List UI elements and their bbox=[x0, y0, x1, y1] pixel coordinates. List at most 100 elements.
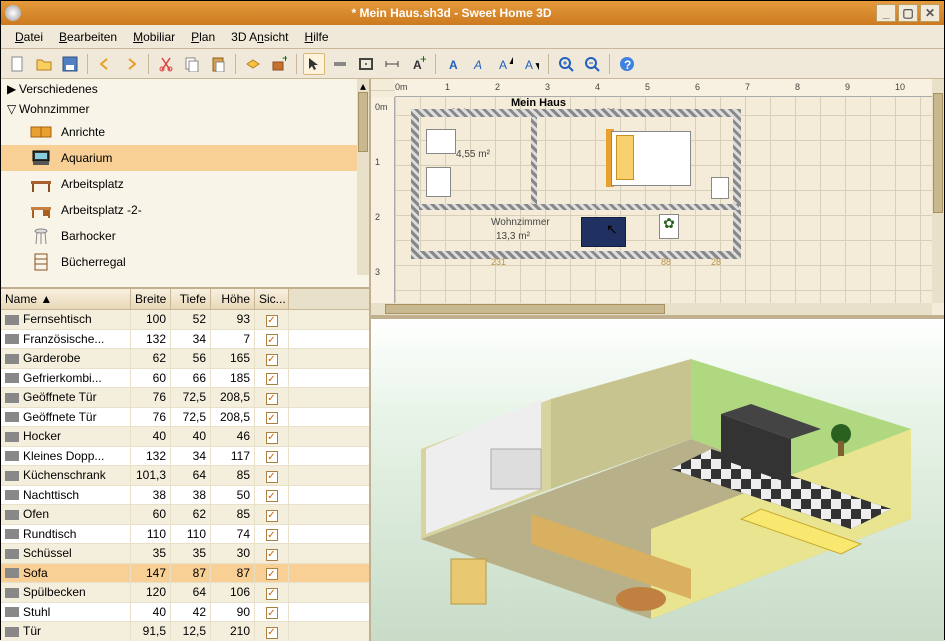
inner-wall-1[interactable] bbox=[531, 117, 537, 207]
app-icon bbox=[5, 5, 21, 21]
menu-hilfe[interactable]: Hilfe bbox=[299, 28, 335, 46]
furniture-list-header: Name ▲ Breite Tiefe Höhe Sic... bbox=[1, 289, 369, 310]
view-3d[interactable] bbox=[371, 319, 944, 641]
desk-icon bbox=[29, 174, 53, 194]
furniture-row[interactable]: Spülbecken12064106✓ bbox=[1, 583, 369, 603]
category-verschiedenes[interactable]: ▶Verschiedenes bbox=[1, 79, 369, 99]
window-titlebar: * Mein Haus.sh3d - Sweet Home 3D _ ▢ ✕ bbox=[1, 1, 944, 25]
catalog-item-stool[interactable]: Barhocker bbox=[1, 223, 369, 249]
save-file-button[interactable] bbox=[59, 53, 81, 75]
catalog-scrollbar[interactable]: ▴ bbox=[357, 79, 369, 275]
menu-plan[interactable]: Plan bbox=[185, 28, 221, 46]
furniture-row[interactable]: Französische...132347✓ bbox=[1, 330, 369, 350]
main-toolbar: + A+ A A A▲ A▼ ? bbox=[1, 49, 944, 79]
create-dimension-button[interactable] bbox=[381, 53, 403, 75]
redo-button[interactable] bbox=[120, 53, 142, 75]
furniture-row[interactable]: Ofen606285✓ bbox=[1, 505, 369, 525]
text-bold-button[interactable]: A bbox=[442, 53, 464, 75]
help-button[interactable]: ? bbox=[616, 53, 638, 75]
plan-scrollbar-v[interactable] bbox=[932, 79, 944, 303]
furniture-row[interactable]: Schüssel353530✓ bbox=[1, 544, 369, 564]
stool-icon bbox=[29, 226, 53, 246]
col-sichtbar[interactable]: Sic... bbox=[255, 289, 289, 309]
furniture-row[interactable]: Geöffnete Tür7672,5208,5✓ bbox=[1, 388, 369, 408]
undo-button[interactable] bbox=[94, 53, 116, 75]
maximize-button[interactable]: ▢ bbox=[898, 4, 918, 22]
text-increase-button[interactable]: A▲ bbox=[494, 53, 516, 75]
menu-bar: Datei Bearbeiten Mobiliar Plan 3D Ansich… bbox=[1, 25, 944, 49]
floorplan[interactable]: Mein Haus 224 332 200 4,55 m² Wohnzimmer… bbox=[411, 109, 861, 299]
ruler-vertical: 0m123 bbox=[371, 97, 395, 303]
create-wall-button[interactable] bbox=[329, 53, 351, 75]
window-title: * Mein Haus.sh3d - Sweet Home 3D bbox=[27, 6, 876, 20]
plan-2d-view[interactable]: 0m12345678910 0m123 Mein Haus 224 332 20… bbox=[371, 79, 944, 319]
menu-bearbeiten[interactable]: Bearbeiten bbox=[53, 28, 123, 46]
zoom-in-button[interactable] bbox=[555, 53, 577, 75]
minimize-button[interactable]: _ bbox=[876, 4, 896, 22]
catalog-item-aquarium[interactable]: Aquarium bbox=[1, 145, 369, 171]
svg-text:▲: ▲ bbox=[507, 56, 513, 67]
aquarium-icon bbox=[29, 148, 53, 168]
furniture-row[interactable]: Rundtisch11011074✓ bbox=[1, 525, 369, 545]
furniture-row[interactable]: Nachttisch383850✓ bbox=[1, 486, 369, 506]
furniture-row[interactable]: Gefrierkombi...6066185✓ bbox=[1, 369, 369, 389]
furniture-row[interactable]: Küchenschrank101,36485✓ bbox=[1, 466, 369, 486]
picture-furniture[interactable] bbox=[711, 177, 729, 199]
furniture-list[interactable]: Name ▲ Breite Tiefe Höhe Sic... Fernseht… bbox=[1, 289, 369, 641]
inner-wall-2[interactable] bbox=[419, 204, 739, 210]
shelf-icon bbox=[29, 252, 53, 272]
plant-furniture[interactable]: ✿ bbox=[659, 214, 679, 239]
furniture-row[interactable]: Hocker404046✓ bbox=[1, 427, 369, 447]
sofa-furniture[interactable] bbox=[581, 217, 626, 247]
furniture-row[interactable]: Fernsehtisch1005293✓ bbox=[1, 310, 369, 330]
plan-title: Mein Haus bbox=[511, 97, 566, 109]
paste-button[interactable] bbox=[207, 53, 229, 75]
create-room-button[interactable] bbox=[355, 53, 377, 75]
outer-wall[interactable] bbox=[411, 109, 741, 259]
create-text-button[interactable]: A+ bbox=[407, 53, 429, 75]
copy-button[interactable] bbox=[181, 53, 203, 75]
furniture-row[interactable]: Sofa1478787✓ bbox=[1, 564, 369, 584]
cut-button[interactable] bbox=[155, 53, 177, 75]
furniture-row[interactable]: Garderobe6256165✓ bbox=[1, 349, 369, 369]
furniture-catalog[interactable]: ▶Verschiedenes ▽Wohnzimmer AnrichteAquar… bbox=[1, 79, 369, 289]
svg-text:A: A bbox=[449, 58, 458, 72]
menu-datei[interactable]: Datei bbox=[9, 28, 49, 46]
col-tiefe[interactable]: Tiefe bbox=[171, 289, 211, 309]
cursor-icon: ↖ bbox=[606, 221, 618, 238]
select-tool-button[interactable] bbox=[303, 53, 325, 75]
catalog-item-desk2[interactable]: Arbeitsplatz -2- bbox=[1, 197, 369, 223]
svg-text:A: A bbox=[499, 58, 507, 72]
ruler-horizontal: 0m12345678910 bbox=[395, 79, 932, 97]
menu-mobiliar[interactable]: Mobiliar bbox=[127, 28, 181, 46]
furniture-row[interactable]: Stuhl404290✓ bbox=[1, 603, 369, 623]
category-wohnzimmer[interactable]: ▽Wohnzimmer bbox=[1, 99, 369, 119]
catalog-item-shelf[interactable]: Bücherregal bbox=[1, 249, 369, 275]
col-hoehe[interactable]: Höhe bbox=[211, 289, 255, 309]
3d-scene bbox=[371, 319, 941, 639]
furniture-row[interactable]: Kleines Dopp...13234117✓ bbox=[1, 447, 369, 467]
text-italic-button[interactable]: A bbox=[468, 53, 490, 75]
col-breite[interactable]: Breite bbox=[131, 289, 171, 309]
open-file-button[interactable] bbox=[33, 53, 55, 75]
svg-text:A: A bbox=[473, 58, 482, 72]
catalog-item-desk[interactable]: Arbeitsplatz bbox=[1, 171, 369, 197]
close-button[interactable]: ✕ bbox=[920, 4, 940, 22]
svg-text:+: + bbox=[282, 56, 287, 65]
new-file-button[interactable] bbox=[7, 53, 29, 75]
furniture-row[interactable]: Tür91,512,5210✓ bbox=[1, 622, 369, 641]
svg-text:A: A bbox=[525, 58, 533, 72]
text-decrease-button[interactable]: A▼ bbox=[520, 53, 542, 75]
zoom-out-button[interactable] bbox=[581, 53, 603, 75]
col-name[interactable]: Name ▲ bbox=[1, 289, 131, 309]
add-furniture-button[interactable] bbox=[242, 53, 264, 75]
furniture-row[interactable]: Geöffnete Tür7672,5208,5✓ bbox=[1, 408, 369, 428]
catalog-item-sideboard[interactable]: Anrichte bbox=[1, 119, 369, 145]
furniture-wardrobe[interactable] bbox=[426, 129, 456, 154]
import-furniture-button[interactable]: + bbox=[268, 53, 290, 75]
menu-3d-ansicht[interactable]: 3D Ansicht bbox=[225, 28, 294, 46]
furniture-oven[interactable] bbox=[426, 167, 451, 197]
sideboard-icon bbox=[29, 122, 53, 142]
svg-text:▼: ▼ bbox=[533, 59, 539, 72]
plan-scrollbar-h[interactable] bbox=[371, 303, 932, 315]
